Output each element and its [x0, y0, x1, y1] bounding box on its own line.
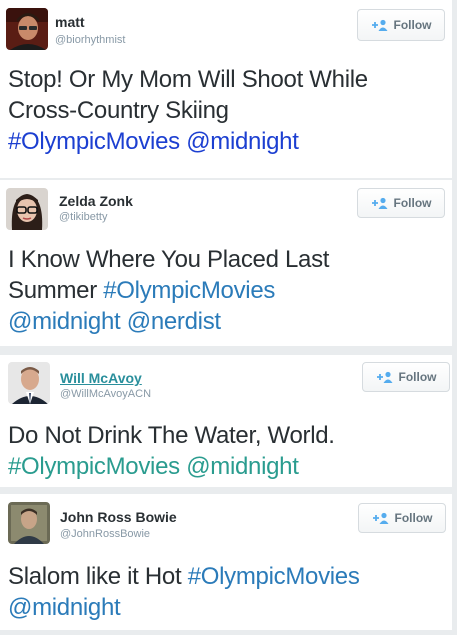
tweet-text: Slalom like it Hot #OlympicMovies @midni… [8, 561, 446, 623]
hashtag-link[interactable]: #OlympicMovies [103, 277, 275, 304]
add-user-icon [372, 512, 390, 524]
tweet-line: #OlympicMovies @midnight [8, 451, 446, 482]
user-avatar-icon[interactable] [8, 362, 50, 404]
author-name[interactable]: Zelda Zonk [59, 193, 133, 209]
mention-link[interactable]: @midnight [186, 453, 299, 480]
user-avatar-icon[interactable] [6, 188, 48, 230]
tweet-text: Do Not Drink The Water, World. #OlympicM… [8, 420, 446, 482]
tweet-card: Zelda Zonk @tikibetty Follow I Know Wher… [0, 180, 452, 346]
tweet-text-segment: Summer [8, 277, 104, 304]
author-handle[interactable]: @JohnRossBowie [60, 528, 150, 540]
tweet-line: Cross-Country Skiing [8, 95, 446, 126]
tweet-line: Do Not Drink The Water, World. [8, 420, 446, 451]
add-user-icon [371, 19, 389, 31]
tweet-text-segment: I Know Where You Placed Last [8, 246, 330, 273]
hashtag-link[interactable]: #OlympicMovies [8, 453, 180, 480]
tweet-line: @midnight @nerdist [8, 306, 446, 337]
follow-button[interactable]: Follow [362, 362, 450, 392]
author-handle[interactable]: @tikibetty [59, 211, 107, 223]
tweet-text-segment: Stop! Or My Mom Will Shoot While [8, 66, 368, 93]
add-user-icon [371, 197, 389, 209]
tweet-text-segment: Do Not Drink The Water, World. [8, 422, 335, 449]
follow-button[interactable]: Follow [358, 503, 446, 533]
tweet-card: John Ross Bowie @JohnRossBowie Follow Sl… [0, 494, 452, 630]
author-handle[interactable]: @biorhythmist [55, 34, 125, 46]
follow-button-label: Follow [398, 370, 437, 384]
tweet-line: #OlympicMovies @midnight [8, 126, 446, 157]
tweet-card: matt @biorhythmist Follow Stop! Or My Mo… [0, 0, 452, 178]
mention-link[interactable]: @midnight [186, 128, 299, 155]
mention-link[interactable]: @midnight [8, 308, 121, 335]
tweet-line: Summer #OlympicMovies [8, 275, 446, 306]
author-handle[interactable]: @WillMcAvoyACN [60, 388, 151, 400]
tweet-feed: matt @biorhythmist Follow Stop! Or My Mo… [0, 0, 457, 635]
mention-link[interactable]: @midnight [8, 594, 121, 621]
tweet-line: Stop! Or My Mom Will Shoot While [8, 64, 446, 95]
tweet-text-segment: Cross-Country Skiing [8, 97, 229, 124]
follow-button-label: Follow [394, 511, 433, 525]
author-name[interactable]: Will McAvoy [60, 370, 142, 386]
hashtag-link[interactable]: #OlympicMovies [8, 128, 180, 155]
hashtag-link[interactable]: #OlympicMovies [188, 563, 360, 590]
tweet-text: I Know Where You Placed Last Summer #Oly… [8, 244, 446, 337]
tweet-text: Stop! Or My Mom Will Shoot While Cross-C… [8, 64, 446, 157]
follow-button[interactable]: Follow [357, 9, 445, 41]
mention-link[interactable]: @nerdist [127, 308, 221, 335]
tweet-line: @midnight [8, 592, 446, 623]
tweet-card: Will McAvoy @WillMcAvoyACN Follow Do Not… [0, 355, 452, 487]
author-name[interactable]: John Ross Bowie [60, 509, 177, 525]
user-avatar-icon[interactable] [8, 502, 50, 544]
user-avatar-icon[interactable] [6, 8, 48, 50]
tweet-line: Slalom like it Hot #OlympicMovies [8, 561, 446, 592]
author-name[interactable]: matt [55, 14, 85, 30]
tweet-line: I Know Where You Placed Last [8, 244, 446, 275]
tweet-text-segment: Slalom like it Hot [8, 563, 188, 590]
follow-button[interactable]: Follow [357, 188, 445, 218]
follow-button-label: Follow [393, 18, 432, 32]
add-user-icon [376, 371, 394, 383]
follow-button-label: Follow [393, 196, 432, 210]
